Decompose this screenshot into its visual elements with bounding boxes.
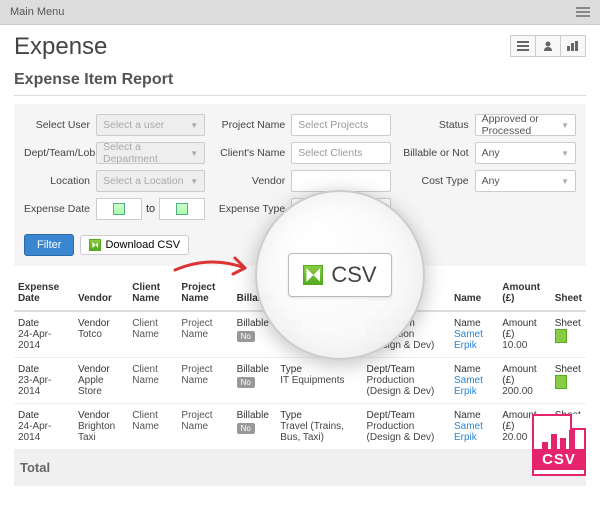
vendor-label: Vendor	[215, 175, 291, 187]
vendor-input[interactable]	[291, 170, 390, 192]
th-client: Client Name	[128, 276, 177, 311]
user-link[interactable]: Samet Erpik	[454, 421, 494, 443]
expense-table: Expense Date Vendor Client Name Project …	[14, 276, 586, 486]
location-dropdown[interactable]: Select a Location▼	[96, 170, 205, 192]
page: Expense Expense Item Report Select UserS…	[0, 25, 600, 494]
select-user-label: Select User	[24, 119, 96, 131]
status-dropdown[interactable]: Approved or Processed▼	[475, 114, 576, 136]
expense-date-label: Expense Date	[24, 203, 96, 215]
dept-dropdown[interactable]: Select a Department▼	[96, 142, 205, 164]
list-view-button[interactable]	[510, 35, 536, 57]
filter-col-3: StatusApproved or Processed▼ Billable or…	[401, 114, 576, 226]
billable-label: Billable or Not	[401, 147, 475, 159]
table-header-row: Expense Date Vendor Client Name Project …	[14, 276, 586, 311]
page-title: Expense	[14, 33, 586, 61]
select-user-dropdown[interactable]: Select a user▼	[96, 114, 205, 136]
expense-type-label: Expense Type	[215, 203, 291, 215]
chart-view-button[interactable]	[560, 35, 586, 57]
th-team: Team	[363, 276, 450, 311]
client-label: Client's Name	[215, 147, 291, 159]
user-view-button[interactable]	[535, 35, 561, 57]
expense-type-input[interactable]	[291, 198, 390, 220]
filter-col-1: Select UserSelect a user▼ Dept/Team/LobS…	[24, 114, 205, 226]
location-label: Location	[24, 175, 96, 187]
date-to-text: to	[146, 203, 155, 215]
user-link[interactable]: Samet Erpik	[454, 375, 494, 397]
status-label: Status	[401, 119, 475, 131]
user-link[interactable]: Samet Erpik	[454, 329, 494, 351]
th-project: Project Name	[177, 276, 232, 311]
th-amount: Amount (£)	[498, 276, 550, 311]
topbar: Main Menu	[0, 0, 600, 25]
filter-button[interactable]: Filter	[24, 234, 74, 256]
th-sheet: Sheet	[551, 276, 586, 311]
date-from-input[interactable]	[96, 198, 142, 220]
total-row: Total £230.00	[14, 450, 586, 486]
total-label: Total	[14, 450, 498, 486]
th-billable: Billable	[233, 276, 277, 311]
dept-label: Dept/Team/Lob	[24, 147, 96, 159]
project-input[interactable]: Select Projects	[291, 114, 390, 136]
sheet-icon[interactable]	[555, 421, 567, 435]
cost-type-label: Cost Type	[401, 175, 475, 187]
view-toolbar	[511, 35, 586, 57]
table-row: Date23-Apr-2014VendorApple StoreClient N…	[14, 358, 586, 404]
project-label: Project Name	[215, 119, 291, 131]
table-row: Date24-Apr-2014VendorTotcoClient NamePro…	[14, 311, 586, 358]
spreadsheet-icon	[89, 239, 101, 251]
filters-panel: Select UserSelect a user▼ Dept/Team/LobS…	[14, 104, 586, 266]
th-date: Expense Date	[14, 276, 74, 311]
main-menu-link[interactable]: Main Menu	[10, 6, 64, 18]
total-value: £230.00	[498, 450, 586, 486]
th-name: Name	[450, 276, 498, 311]
calendar-icon	[176, 203, 188, 215]
billable-dropdown[interactable]: Any▼	[475, 142, 576, 164]
th-vendor: Vendor	[74, 276, 128, 311]
cost-type-dropdown[interactable]: Any▼	[475, 170, 576, 192]
filter-col-2: Project NameSelect Projects Client's Nam…	[215, 114, 390, 226]
date-to-input[interactable]	[159, 198, 205, 220]
table-row: Date24-Apr-2014VendorBrighton TaxiClient…	[14, 404, 586, 450]
sheet-icon[interactable]	[555, 375, 567, 389]
download-csv-button[interactable]: Download CSV	[80, 235, 189, 255]
report-title: Expense Item Report	[14, 71, 586, 96]
client-input[interactable]: Select Clients	[291, 142, 390, 164]
calendar-icon	[113, 203, 125, 215]
hamburger-icon[interactable]	[576, 7, 590, 17]
sheet-icon[interactable]	[555, 329, 567, 343]
th-type	[276, 276, 362, 311]
